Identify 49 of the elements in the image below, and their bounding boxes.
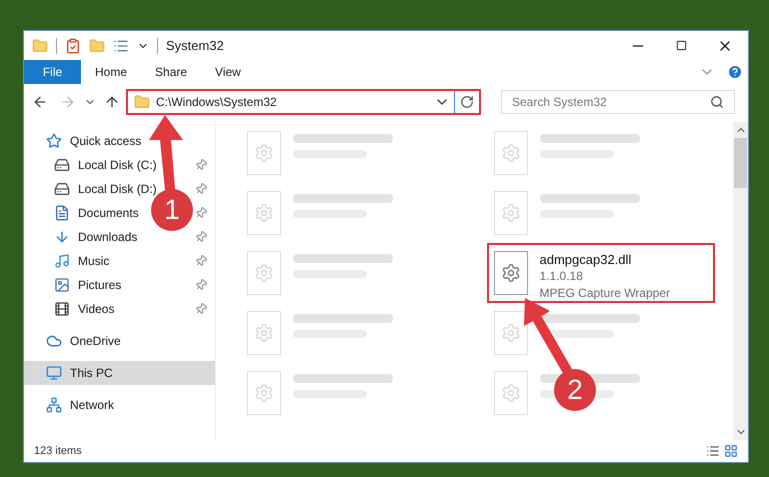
back-icon[interactable]	[32, 94, 48, 110]
sidebar-item[interactable]: Local Disk (C:)	[54, 156, 157, 174]
sidebar-item[interactable]: Quick access	[46, 132, 142, 150]
help-icon[interactable]	[727, 64, 743, 80]
maximize-icon[interactable]	[676, 40, 687, 51]
ribbon-tab[interactable]: Share	[141, 60, 202, 84]
picture-icon	[54, 277, 70, 293]
file-tab[interactable]: File	[24, 60, 81, 84]
details-view-icon[interactable]	[706, 444, 720, 458]
download-icon	[54, 229, 70, 245]
sidebar-item[interactable]: Downloads	[54, 228, 138, 246]
ribbon-tab[interactable]: Home	[81, 60, 142, 84]
sidebar-item[interactable]: This PC	[46, 364, 113, 382]
file-item[interactable]: admpgcap32.dll 1.1.0.18 MPEG Capture Wrapper	[486, 243, 714, 303]
sidebar-item[interactable]: Music	[54, 252, 110, 270]
sidebar-item[interactable]: Videos	[54, 300, 114, 318]
window-title: System32	[166, 36, 224, 55]
vertical-scrollbar[interactable]	[733, 122, 748, 440]
properties-icon[interactable]	[65, 38, 81, 54]
file-detail: 1.1.0.18	[540, 268, 584, 285]
star-icon	[46, 133, 62, 149]
search-icon	[710, 95, 724, 109]
film-icon	[54, 301, 70, 317]
list-view-icon[interactable]	[113, 38, 129, 54]
ribbon-tab[interactable]: View	[201, 60, 255, 84]
cloud-icon	[46, 333, 62, 349]
address-field[interactable]: C:\Windows\System32	[126, 89, 481, 115]
music-note-icon	[54, 253, 70, 269]
monitor-icon	[46, 365, 62, 381]
drive-icon	[54, 157, 70, 173]
refresh-icon[interactable]	[460, 95, 474, 109]
drive-icon	[54, 181, 70, 197]
sidebar-item[interactable]: OneDrive	[46, 332, 121, 350]
file-name: admpgcap32.dll	[540, 251, 632, 268]
sidebar-item[interactable]: Network	[46, 396, 114, 414]
search-input[interactable]: Search System32	[512, 93, 710, 111]
sidebar-item[interactable]: Documents	[54, 204, 139, 222]
network-icon	[46, 397, 62, 413]
tiles-view-icon[interactable]	[724, 444, 738, 458]
scroll-thumb[interactable]	[734, 138, 747, 188]
sidebar-item[interactable]: Pictures	[54, 276, 122, 294]
search-field[interactable]: Search System32	[501, 90, 735, 114]
gear-file-icon	[494, 251, 528, 295]
item-count: 123 items	[34, 444, 82, 459]
file-detail: MPEG Capture Wrapper	[540, 285, 670, 302]
address-text: C:\Windows\System32	[156, 94, 278, 111]
folder-icon	[134, 94, 150, 110]
document-icon	[54, 205, 70, 221]
up-icon[interactable]	[104, 94, 120, 110]
